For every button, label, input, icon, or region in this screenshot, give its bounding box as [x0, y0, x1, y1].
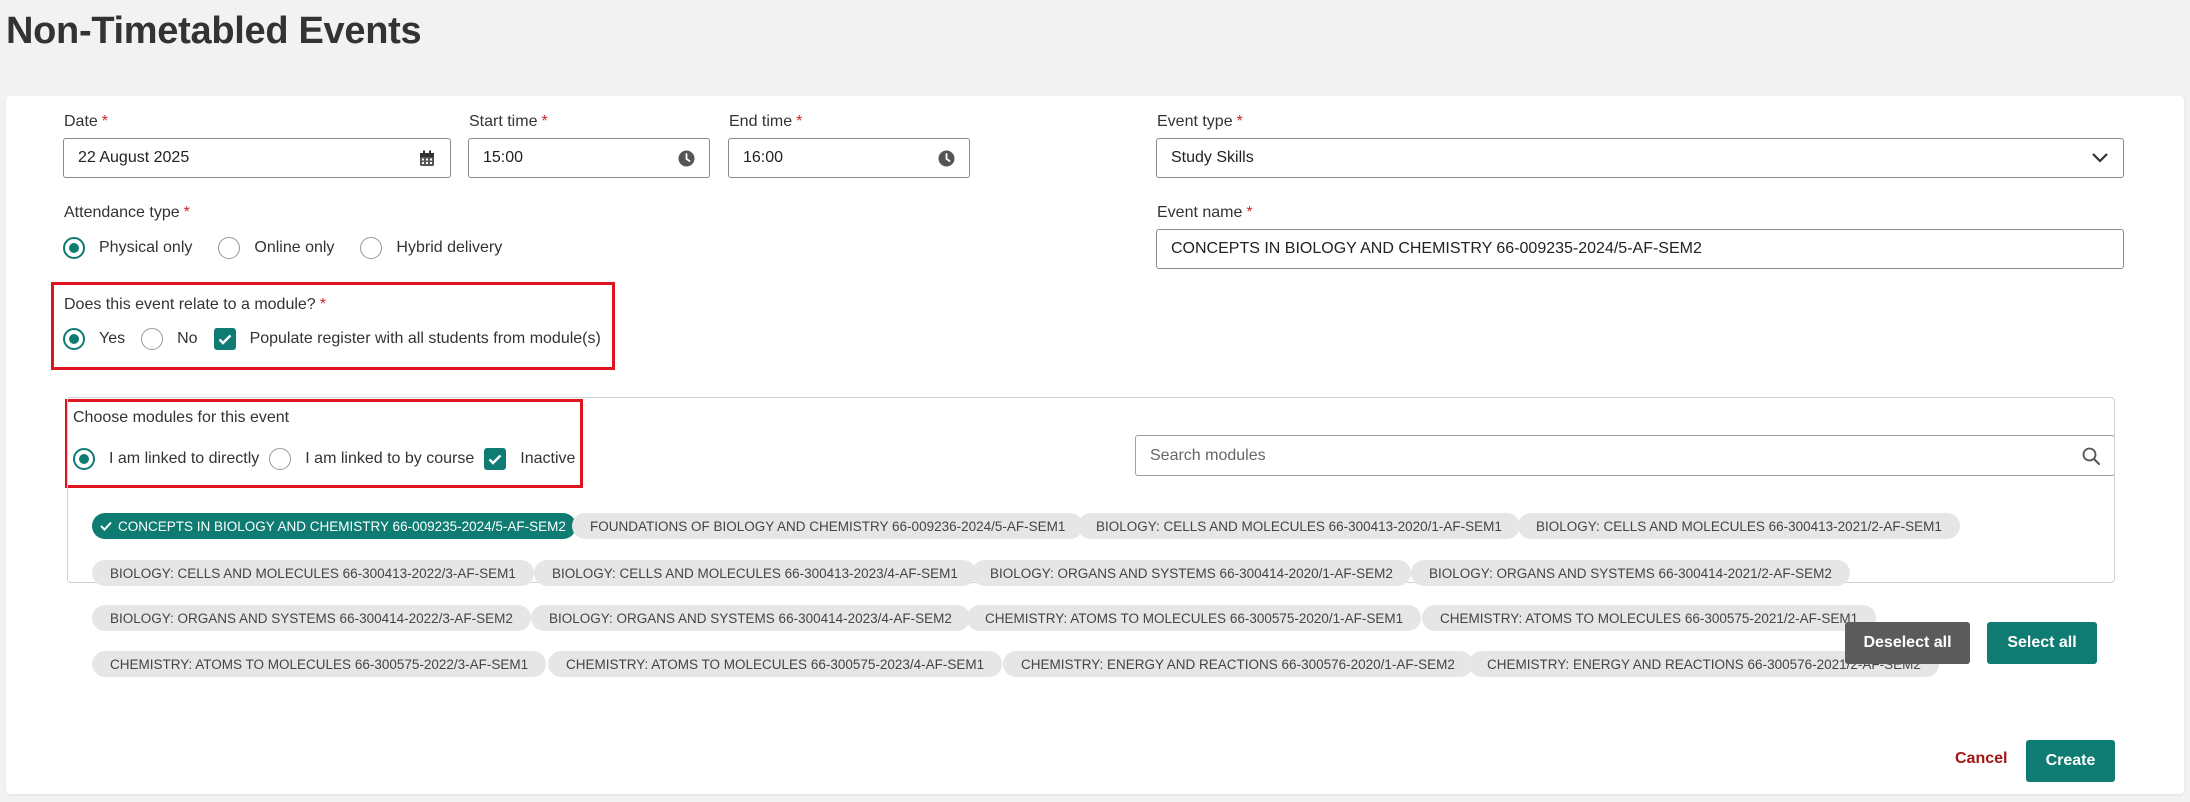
start-time-label: Start time * [469, 113, 548, 130]
module-chip-label: BIOLOGY: ORGANS AND SYSTEMS 66-300414-20… [549, 610, 952, 626]
populate-register-label: Populate register with all students from… [249, 330, 601, 347]
physical-only-label: Physical only [99, 239, 193, 256]
no-label: No [177, 330, 198, 347]
module-chip-label: BIOLOGY: ORGANS AND SYSTEMS 66-300414-20… [990, 565, 1393, 581]
module-chip-label: BIOLOGY: CELLS AND MOLECULES 66-300413-2… [552, 565, 958, 581]
event-name-value: CONCEPTS IN BIOLOGY AND CHEMISTRY 66-009… [1171, 240, 1702, 257]
module-chip-label: BIOLOGY: CELLS AND MOLECULES 66-300413-2… [110, 565, 516, 581]
cancel-button[interactable]: Cancel [1955, 750, 2007, 768]
end-time-label: End time * [729, 113, 803, 130]
calendar-icon[interactable] [418, 149, 436, 167]
module-chip[interactable]: BIOLOGY: ORGANS AND SYSTEMS 66-300414-20… [531, 605, 970, 631]
module-chip[interactable]: CONCEPTS IN BIOLOGY AND CHEMISTRY 66-009… [92, 513, 576, 539]
radio-yes[interactable] [63, 328, 85, 350]
hybrid-delivery-label: Hybrid delivery [396, 239, 503, 256]
module-chip[interactable]: BIOLOGY: CELLS AND MOLECULES 66-300413-2… [92, 560, 534, 586]
module-chip[interactable]: BIOLOGY: CELLS AND MOLECULES 66-300413-2… [1078, 513, 1520, 539]
module-chip-label: CHEMISTRY: ATOMS TO MOLECULES 66-300575-… [1440, 610, 1859, 626]
module-chip[interactable]: CHEMISTRY: ENERGY AND REACTIONS 66-30057… [1003, 651, 1473, 677]
check-icon [100, 521, 112, 531]
radio-hybrid-delivery[interactable] [360, 237, 383, 259]
radio-no[interactable] [141, 328, 164, 350]
module-chip[interactable]: BIOLOGY: ORGANS AND SYSTEMS 66-300414-20… [972, 560, 1411, 586]
relate-module-group: Yes No Populate register with all studen… [63, 328, 601, 350]
event-name-label: Event name * [1157, 204, 1253, 221]
module-chip-label: CHEMISTRY: ENERGY AND REACTIONS 66-30057… [1021, 656, 1455, 672]
module-chip-label: BIOLOGY: ORGANS AND SYSTEMS 66-300414-20… [1429, 565, 1832, 581]
module-list [67, 397, 2115, 583]
start-time-value: 15:00 [483, 149, 524, 166]
date-value: 22 August 2025 [78, 149, 190, 166]
event-type-value: Study Skills [1171, 149, 1254, 166]
attendance-type-group: Physical only Online only Hybrid deliver… [63, 237, 522, 259]
attendance-type-label: Attendance type * [64, 204, 190, 221]
module-chip[interactable]: CHEMISTRY: ATOMS TO MOLECULES 66-300575-… [1422, 605, 1877, 631]
end-time-value: 16:00 [743, 149, 784, 166]
module-chip[interactable]: CHEMISTRY: ATOMS TO MOLECULES 66-300575-… [548, 651, 1003, 677]
module-chip[interactable]: BIOLOGY: CELLS AND MOLECULES 66-300413-2… [534, 560, 976, 586]
relate-module-label: Does this event relate to a module? * [64, 296, 326, 313]
module-chip-label: BIOLOGY: CELLS AND MOLECULES 66-300413-2… [1096, 518, 1502, 534]
module-chip-label: CHEMISTRY: ATOMS TO MOLECULES 66-300575-… [985, 610, 1404, 626]
create-button[interactable]: Create [2026, 740, 2115, 782]
module-chip-label: FOUNDATIONS OF BIOLOGY AND CHEMISTRY 66-… [590, 518, 1066, 534]
page-title: Non-Timetabled Events [6, 10, 422, 52]
module-chip[interactable]: CHEMISTRY: ATOMS TO MOLECULES 66-300575-… [967, 605, 1422, 631]
module-chip-label: CHEMISTRY: ATOMS TO MOLECULES 66-300575-… [110, 656, 529, 672]
module-chip-label: CHEMISTRY: ATOMS TO MOLECULES 66-300575-… [566, 656, 985, 672]
start-time-field[interactable]: 15:00 [468, 138, 710, 178]
chevron-down-icon [2091, 149, 2109, 167]
yes-label: Yes [99, 330, 126, 347]
module-chip-label: BIOLOGY: ORGANS AND SYSTEMS 66-300414-20… [110, 610, 513, 626]
clock-icon[interactable] [937, 149, 955, 167]
online-only-label: Online only [254, 239, 335, 256]
module-chip-label: CONCEPTS IN BIOLOGY AND CHEMISTRY 66-009… [118, 518, 566, 534]
radio-physical-only[interactable] [63, 237, 85, 259]
date-label: Date * [64, 113, 109, 130]
module-chip[interactable]: CHEMISTRY: ATOMS TO MOLECULES 66-300575-… [92, 651, 547, 677]
end-time-field[interactable]: 16:00 [728, 138, 970, 178]
deselect-all-button[interactable]: Deselect all [1845, 622, 1970, 664]
module-chip[interactable]: BIOLOGY: ORGANS AND SYSTEMS 66-300414-20… [92, 605, 531, 631]
clock-icon[interactable] [677, 149, 695, 167]
populate-register-checkbox[interactable] [213, 328, 236, 350]
radio-online-only[interactable] [218, 237, 241, 259]
module-chip[interactable]: BIOLOGY: ORGANS AND SYSTEMS 66-300414-20… [1411, 560, 1850, 586]
event-name-input[interactable]: CONCEPTS IN BIOLOGY AND CHEMISTRY 66-009… [1156, 229, 2124, 269]
module-chip[interactable]: BIOLOGY: CELLS AND MOLECULES 66-300413-2… [1518, 513, 1960, 539]
event-type-select[interactable]: Study Skills [1156, 138, 2124, 178]
module-chip[interactable]: FOUNDATIONS OF BIOLOGY AND CHEMISTRY 66-… [572, 513, 1084, 539]
module-chip-label: BIOLOGY: CELLS AND MOLECULES 66-300413-2… [1536, 518, 1942, 534]
select-all-button[interactable]: Select all [1987, 622, 2097, 664]
date-field[interactable]: 22 August 2025 [63, 138, 451, 178]
event-type-label: Event type * [1157, 113, 1243, 130]
